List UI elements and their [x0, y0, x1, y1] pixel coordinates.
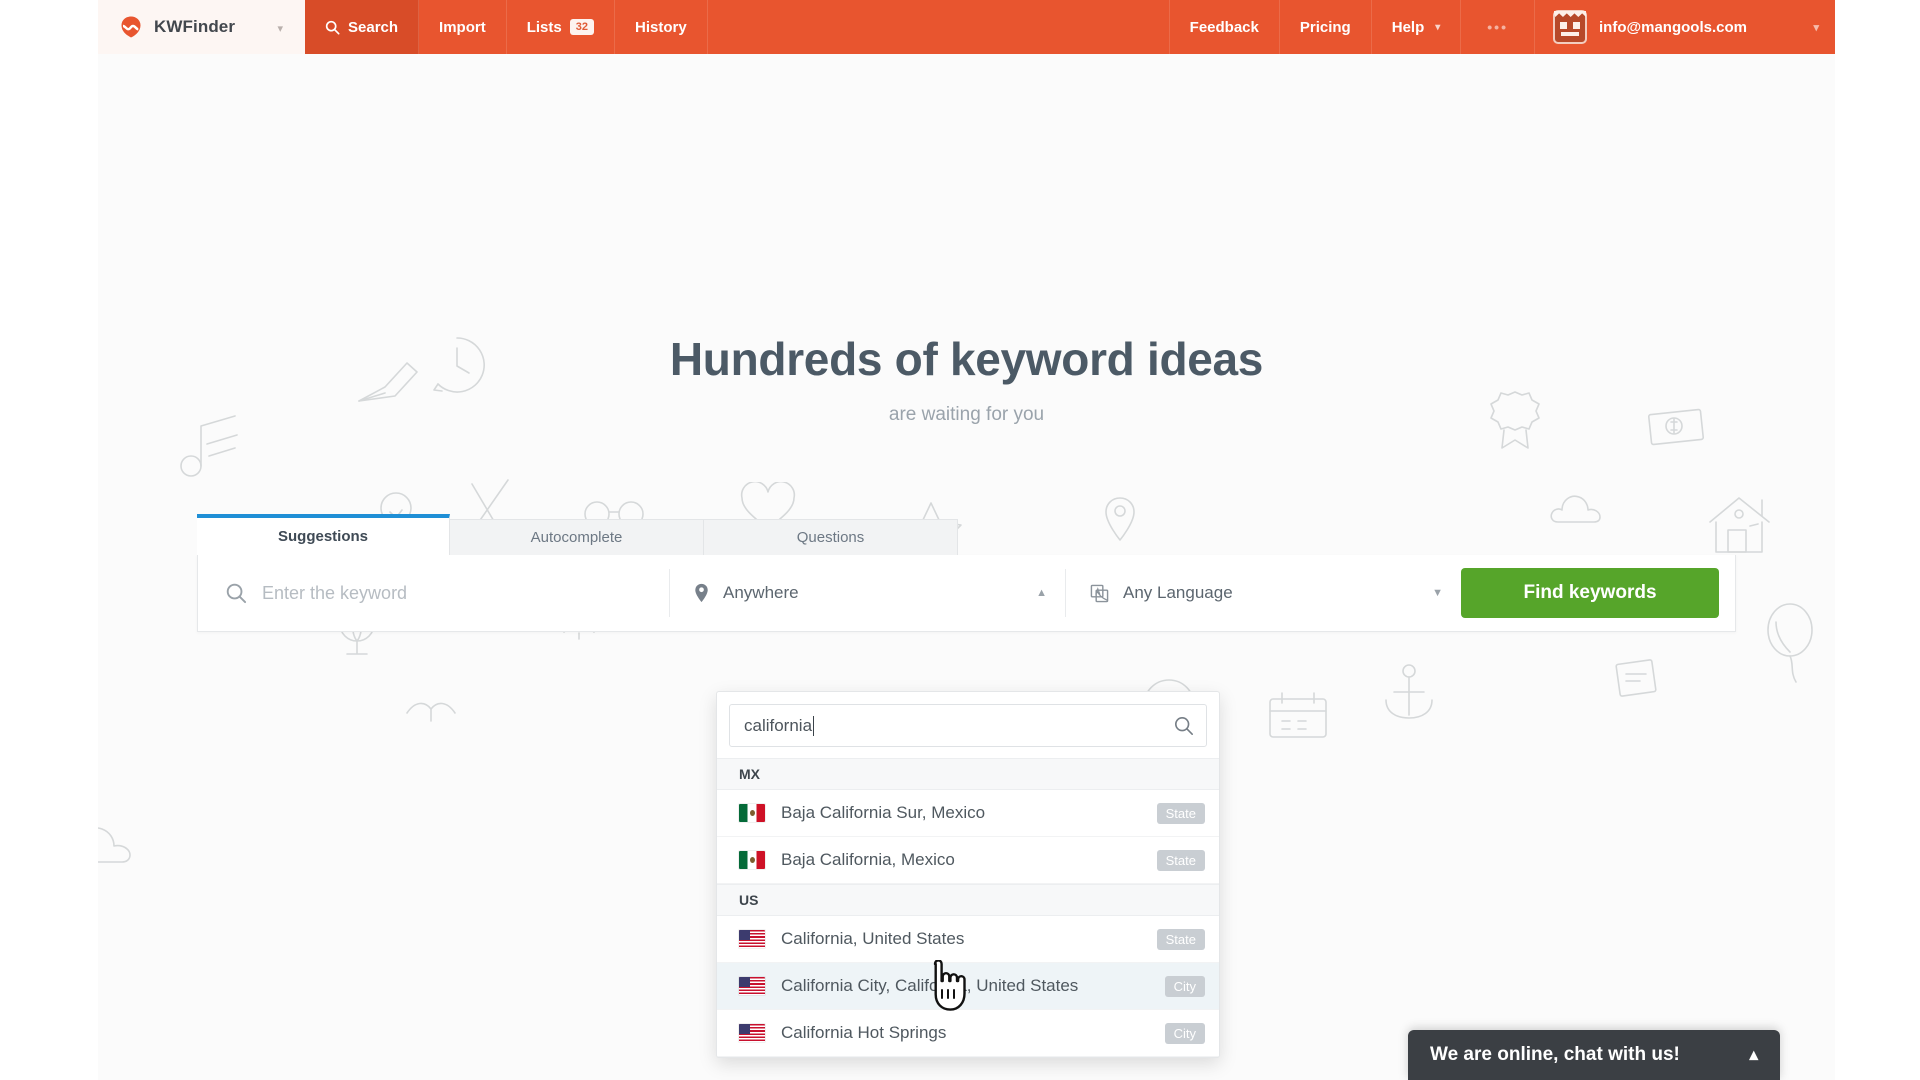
nav-item-search[interactable]: Search [305, 0, 420, 54]
location-select[interactable]: Anywhere ▲ [670, 555, 1065, 631]
location-name: Baja California, Mexico [781, 850, 955, 870]
text-caret [813, 715, 815, 736]
cloud-doodle [1550, 495, 1601, 523]
lists-count-badge: 32 [569, 18, 594, 36]
chevron-down-icon[interactable]: ▾ [277, 22, 283, 35]
search-icon [325, 20, 340, 35]
keyword-input-wrapper[interactable]: Enter the keyword [198, 555, 669, 631]
mangools-logo-icon [120, 15, 142, 39]
brand-home-button[interactable]: KWFinder ▾ [98, 0, 305, 54]
search-icon [226, 583, 247, 604]
location-type-badge: State [1156, 928, 1205, 950]
user-email: info@mangools.com [1599, 18, 1747, 36]
tab-autocomplete[interactable]: Autocomplete [449, 519, 704, 555]
language-select[interactable]: Any Language ▼ [1066, 555, 1461, 631]
flag-mx-icon [739, 804, 765, 822]
nav-spacer [708, 0, 1170, 54]
keyword-input-placeholder: Enter the keyword [262, 582, 408, 603]
tab-questions[interactable]: Questions [703, 519, 958, 555]
nav-label-lists: Lists [526, 18, 562, 36]
location-name: Baja California Sur, Mexico [781, 803, 986, 823]
chevron-up-icon: ▲ [1036, 587, 1047, 599]
location-search-value: california [744, 715, 813, 735]
location-name: California Hot Springs [781, 1023, 947, 1043]
nav-item-history[interactable]: History [615, 0, 708, 54]
location-select-value: Anywhere [723, 583, 799, 602]
tab-label-questions: Questions [796, 529, 865, 546]
hero-section: Hundreds of keyword ideas are waiting fo… [98, 54, 1835, 1080]
house-doodle [1709, 497, 1770, 553]
note-doodle [1615, 659, 1657, 697]
flag-us-icon [739, 1024, 765, 1042]
user-avatar-icon [1553, 10, 1587, 44]
nav-label-search: Search [348, 18, 399, 36]
tab-label-suggestions: Suggestions [277, 528, 368, 545]
balloon-doodle [1767, 603, 1813, 683]
bird-doodle [406, 702, 456, 722]
map-pin-icon [694, 583, 709, 603]
list-item[interactable]: Baja California Sur, Mexico State [717, 790, 1219, 837]
flag-us-icon [739, 977, 765, 995]
flag-mx-icon [739, 851, 765, 869]
anchor-doodle [1385, 664, 1433, 719]
app-page: KWFinder ▾ Search Import Lists 32 Histor… [98, 0, 1835, 1080]
location-type-badge: City [1164, 1022, 1205, 1044]
search-mode-tabs: Suggestions Autocomplete Questions [197, 514, 958, 555]
chevron-up-icon[interactable]: ▴ [1749, 1045, 1758, 1065]
list-item[interactable]: Baja California, Mexico State [717, 837, 1219, 884]
location-name: California, United States [781, 929, 965, 949]
chat-widget-label: We are online, chat with us! [1430, 1044, 1680, 1065]
page-subtitle: are waiting for you [888, 404, 1045, 425]
page-title: Hundreds of keyword ideas [669, 333, 1264, 385]
nav-item-pricing[interactable]: Pricing [1280, 0, 1372, 54]
location-type-badge: City [1164, 975, 1205, 997]
nav-label-help: Help [1391, 18, 1425, 36]
location-search-wrapper: california [717, 692, 1219, 758]
flag-us-icon [739, 930, 765, 948]
location-type-badge: State [1156, 802, 1205, 824]
location-group-header-mx: MX [717, 758, 1219, 790]
list-item[interactable]: California Hot Springs City [717, 1010, 1219, 1057]
location-group-header-us: US [717, 884, 1219, 916]
nav-label-feedback: Feedback [1189, 18, 1259, 36]
nav-item-help[interactable]: Help ▾ [1372, 0, 1462, 54]
tab-label-autocomplete: Autocomplete [530, 529, 623, 546]
tab-suggestions[interactable]: Suggestions [197, 514, 450, 555]
search-form: Enter the keyword Anywhere ▲ Any Languag… [197, 555, 1736, 632]
cloud2-doodle [98, 827, 131, 863]
top-navigation-bar: KWFinder ▾ Search Import Lists 32 Histor… [98, 0, 1835, 54]
nav-label-pricing: Pricing [1299, 18, 1351, 36]
find-keywords-button[interactable]: Find keywords [1461, 568, 1719, 618]
chat-widget[interactable]: We are online, chat with us! ▴ [1408, 1030, 1780, 1080]
location-name: California City, California, United Stat… [781, 976, 1079, 996]
chevron-down-icon: ▼ [1432, 587, 1443, 599]
nav-label-import: Import [439, 18, 486, 36]
chevron-down-icon: ▾ [1813, 21, 1819, 34]
brand-name: KWFinder [154, 17, 236, 36]
nav-label-history: History [634, 18, 687, 36]
location-type-badge: State [1156, 849, 1205, 871]
language-icon [1090, 584, 1109, 603]
location-search-input[interactable]: california [729, 704, 1207, 747]
nav-item-lists[interactable]: Lists 32 [507, 0, 615, 54]
nav-item-feedback[interactable]: Feedback [1170, 0, 1280, 54]
user-account-menu[interactable]: info@mangools.com ▾ [1535, 0, 1835, 54]
location-dropdown-panel: california MX Baja California Sur, Mexic… [716, 691, 1220, 1058]
list-item-highlighted[interactable]: California City, California, United Stat… [717, 963, 1219, 1010]
map-pin-doodle [1105, 497, 1135, 541]
nav-item-more[interactable]: ••• [1461, 0, 1535, 54]
calendar-doodle [1269, 692, 1327, 738]
nav-label-more: ••• [1487, 19, 1508, 35]
nav-item-import[interactable]: Import [419, 0, 507, 54]
search-icon[interactable] [1174, 716, 1194, 736]
list-item[interactable]: California, United States State [717, 916, 1219, 963]
chevron-down-icon: ▾ [1435, 21, 1441, 33]
language-select-value: Any Language [1123, 583, 1233, 602]
